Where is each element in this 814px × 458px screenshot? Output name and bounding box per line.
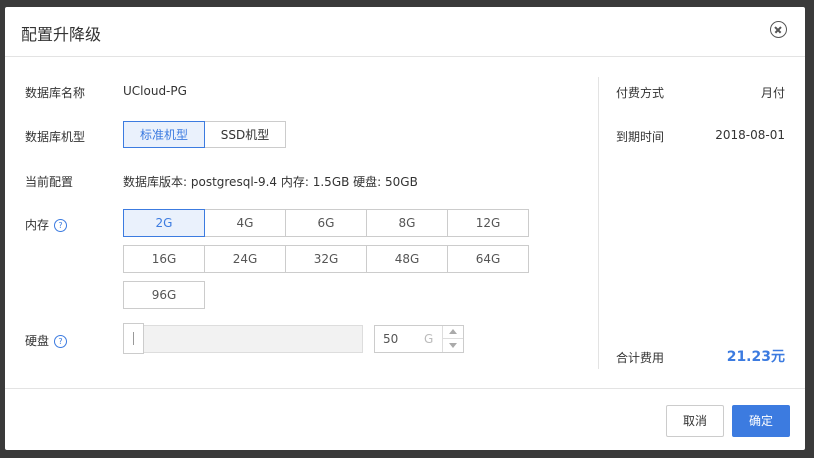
disk-size-input[interactable]: 50 <box>383 332 398 346</box>
billing-method-value: 月付 <box>760 86 785 100</box>
footer-divider <box>5 388 805 389</box>
confirm-button[interactable]: 确定 <box>732 405 790 437</box>
memory-option-8g[interactable]: 8G <box>366 209 448 237</box>
current-config-value: 数据库版本: postgresql-9.4 内存: 1.5GB 硬盘: 50GB <box>123 175 418 189</box>
db-type-ssd-button[interactable]: SSD机型 <box>204 121 286 148</box>
disk-size-unit: G <box>424 332 434 346</box>
disk-label-group: 硬盘? <box>25 332 68 349</box>
db-name-value: UCloud-PG <box>123 84 187 98</box>
close-icon[interactable] <box>770 21 787 38</box>
memory-option-32g[interactable]: 32G <box>285 245 367 273</box>
db-name-label: 数据库名称 <box>25 86 86 100</box>
memory-option-4g[interactable]: 4G <box>204 209 286 237</box>
memory-option-16g[interactable]: 16G <box>123 245 205 273</box>
question-circle-icon[interactable]: ? <box>54 335 68 348</box>
expire-date-label: 到期时间 <box>616 130 665 144</box>
memory-option-48g[interactable]: 48G <box>366 245 448 273</box>
disk-label: 硬盘 <box>25 334 50 348</box>
memory-option-2g[interactable]: 2G <box>123 209 205 237</box>
total-cost-label: 合计费用 <box>616 351 665 365</box>
memory-option-64g[interactable]: 64G <box>447 245 529 273</box>
memory-option-12g[interactable]: 12G <box>447 209 529 237</box>
increment-arrow-icon[interactable] <box>442 326 463 339</box>
disk-slider-handle[interactable] <box>123 323 144 354</box>
disk-slider-track[interactable] <box>123 325 363 353</box>
memory-option-24g[interactable]: 24G <box>204 245 286 273</box>
dialog-header: 配置升降级 <box>5 7 805 57</box>
memory-label-group: 内存? <box>25 216 68 233</box>
expire-date-value: 2018-08-01 <box>715 128 785 142</box>
question-circle-icon[interactable]: ? <box>54 219 68 232</box>
summary-divider <box>598 77 599 369</box>
current-config-label: 当前配置 <box>25 175 74 189</box>
disk-size-stepper[interactable]: 50 G <box>374 325 464 353</box>
total-cost-value: 21.23元 <box>726 349 785 365</box>
decrement-arrow-icon[interactable] <box>442 339 463 352</box>
cancel-button[interactable]: 取消 <box>666 405 724 437</box>
billing-method-label: 付费方式 <box>616 86 665 100</box>
upgrade-config-dialog: 配置升降级 数据库名称 UCloud-PG 数据库机型 标准机型 SSD机型 当… <box>5 7 805 450</box>
memory-option-96g[interactable]: 96G <box>123 281 205 309</box>
memory-label: 内存 <box>25 218 50 232</box>
dialog-title: 配置升降级 <box>21 25 102 44</box>
db-type-standard-button[interactable]: 标准机型 <box>123 121 205 148</box>
memory-option-6g[interactable]: 6G <box>285 209 367 237</box>
db-type-label: 数据库机型 <box>25 130 86 144</box>
